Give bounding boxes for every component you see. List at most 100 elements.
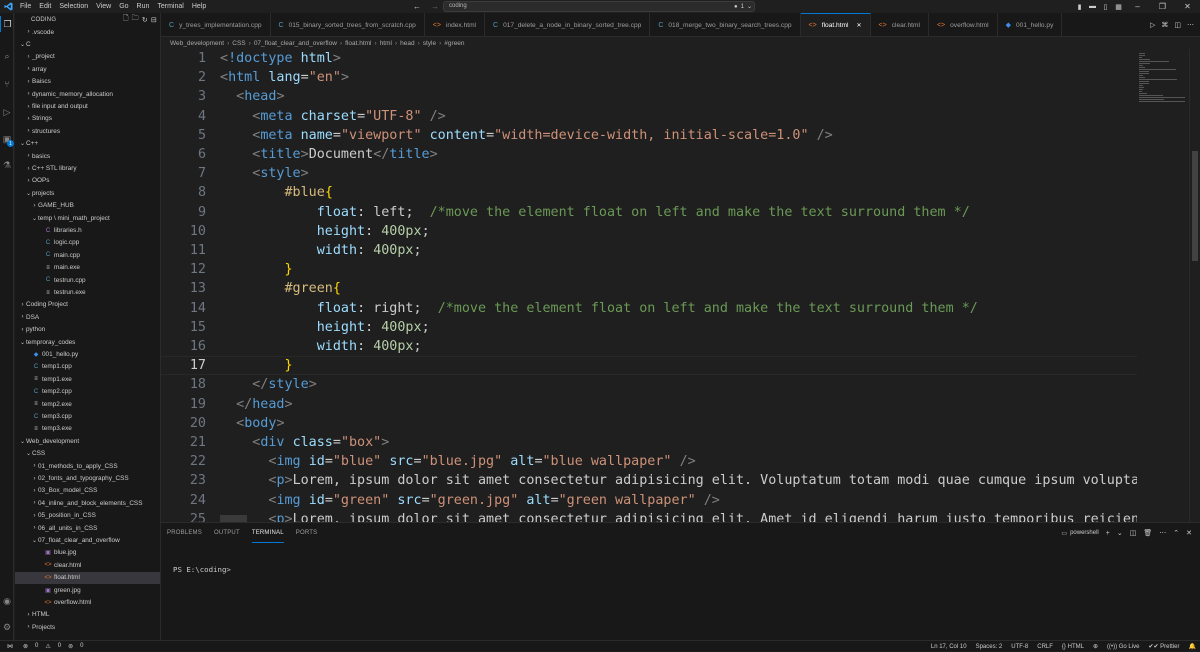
refresh-icon[interactable]: ↻ [142, 16, 148, 24]
tree-file[interactable]: ▣ blue.jpg [15, 547, 160, 559]
tree-file[interactable]: Clibraries.h [15, 224, 160, 236]
arrow-right-icon[interactable]: → [431, 2, 439, 11]
tab-output[interactable]: OUTPUT [214, 523, 240, 543]
minimize-icon[interactable]: – [1125, 2, 1150, 11]
tree-folder[interactable]: › Projects [15, 621, 160, 633]
editor-tab[interactable]: C 015_binary_sorted_trees_from_scratch.cp… [270, 13, 425, 36]
errors-count[interactable]: 0 [35, 643, 38, 649]
code-line[interactable]: 14 float: right; /*move the element floa… [161, 299, 1137, 318]
remote-indicator-icon[interactable]: ⋈ [4, 641, 16, 651]
code-line[interactable]: 21 <div class="box"> [161, 433, 1137, 452]
tree-folder[interactable]: ⌄ temp \ mini_math_project [15, 212, 160, 224]
editor-tab[interactable]: ◆ 001_hello.py [997, 13, 1063, 36]
customize-layout-icon[interactable]: ▦ [1112, 3, 1125, 11]
tab-terminal[interactable]: TERMINAL [251, 523, 284, 543]
breadcrumb-item[interactable]: 07_float_clear_and_overflow [254, 40, 337, 47]
copilot-indicator[interactable]: ● 1 ⌄ [734, 0, 752, 13]
open-preview-icon[interactable]: ⌘ [1161, 21, 1168, 29]
close-icon[interactable]: ✕ [1175, 2, 1200, 11]
tree-file[interactable]: Ctemp2.cpp [15, 386, 160, 398]
tree-file[interactable]: Cmain.cpp [15, 249, 160, 261]
menu-selection[interactable]: Selection [55, 0, 92, 13]
tree-folder[interactable]: ⌄ CSS [15, 448, 160, 460]
breadcrumb-item[interactable]: html [380, 40, 392, 47]
tree-folder[interactable]: › 05_position_in_CSS [15, 510, 160, 522]
editor-tab[interactable]: <> index.html [424, 13, 486, 36]
code-line[interactable]: 17 } [161, 356, 1137, 376]
code-line[interactable]: 10 height: 400px; [161, 222, 1137, 241]
trash-icon[interactable]: 🗑 [1143, 529, 1152, 537]
code-line[interactable]: 13 #green{ [161, 279, 1137, 298]
breadcrumb-item[interactable]: CSS [232, 40, 245, 47]
menu-run[interactable]: Run [133, 0, 154, 13]
menu-edit[interactable]: Edit [35, 0, 55, 13]
tree-folder[interactable]: › Strings [15, 113, 160, 125]
split-editor-icon[interactable]: ◫ [1174, 21, 1181, 29]
menu-view[interactable]: View [92, 0, 115, 13]
chevron-down-icon[interactable]: ⌄ [1117, 529, 1123, 537]
arrow-left-icon[interactable]: ← [413, 2, 421, 11]
new-file-icon[interactable]: 🗋 [123, 14, 129, 25]
code-editor[interactable]: 1 <!doctype html> 2 <html lang="en"> 3 <head… [161, 49, 1137, 522]
ports-count[interactable]: 0 [80, 643, 83, 649]
tree-folder[interactable]: › Baiscs [15, 76, 160, 88]
copilot-status-icon[interactable]: ⊕ [1093, 643, 1098, 650]
tree-folder[interactable]: ⌄ C++ [15, 138, 160, 150]
extensions-icon[interactable]: ▣ 1 [0, 131, 14, 147]
tree-file[interactable]: Ctestrun.cpp [15, 274, 160, 286]
scrollbar-thumb[interactable] [1192, 151, 1198, 261]
tree-folder[interactable]: ⌄ temproray_codes [15, 336, 160, 348]
tree-folder[interactable]: › 04_inline_and_block_elements_CSS [15, 497, 160, 509]
editor-tab[interactable]: Cy_trees_implementation.cpp [161, 13, 271, 36]
tree-folder[interactable]: › HTML [15, 609, 160, 621]
minimap[interactable] [1137, 49, 1189, 522]
code-line[interactable]: 11 width: 400px; [161, 241, 1137, 260]
tree-folder[interactable]: › OOPs [15, 175, 160, 187]
code-line[interactable]: 4 <meta charset="UTF-8" /> [161, 107, 1137, 126]
tree-file[interactable]: ≡ main.exe [15, 262, 160, 274]
tree-folder[interactable]: ⌄ 07_float_clear_and_overflow [15, 534, 160, 546]
tree-folder[interactable]: ⌄ Web_development [15, 435, 160, 447]
toggle-primary-sidebar-icon[interactable]: ▮ [1073, 3, 1086, 11]
source-control-icon[interactable]: ⑂ [0, 76, 14, 92]
editor-tab[interactable]: <> clear.html [870, 13, 929, 36]
tree-folder[interactable]: › _project [15, 51, 160, 63]
tree-folder[interactable]: › Coding Project [15, 299, 160, 311]
code-line[interactable]: 9 float: left; /*move the element float … [161, 203, 1137, 222]
toggle-panel-icon[interactable]: ▬ [1086, 3, 1099, 10]
tree-folder[interactable]: › GAME_HUB [15, 200, 160, 212]
tree-file[interactable]: <> overflow.html [15, 596, 160, 608]
tree-file[interactable]: Ctemp1.cpp [15, 361, 160, 373]
tree-file[interactable]: <> float.html [15, 571, 160, 584]
run-icon[interactable]: ▷ [1150, 21, 1155, 29]
terminal-prompt[interactable]: PS E:\coding> [173, 565, 231, 574]
tree-folder[interactable]: › basics [15, 150, 160, 162]
code-line[interactable]: 19 </head> [161, 395, 1137, 414]
breadcrumb-item[interactable]: float.html [345, 40, 371, 47]
warnings-count[interactable]: 0 [58, 643, 61, 649]
code-line[interactable]: 2 <html lang="en"> [161, 68, 1137, 87]
tree-file[interactable]: Ctemp3.cpp [15, 410, 160, 422]
code-line[interactable]: 15 height: 400px; [161, 318, 1137, 337]
command-center-search[interactable]: coding [443, 1, 755, 12]
tree-folder[interactable]: ⌄ C [15, 38, 160, 50]
breadcrumb-item[interactable]: head [400, 40, 414, 47]
tree-file[interactable]: ◆ 001_hello.py [15, 348, 160, 360]
code-line[interactable]: 24 <img id="green" src="green.jpg" alt="… [161, 491, 1137, 510]
horizontal-scrollbar-thumb[interactable] [220, 515, 247, 522]
tree-file[interactable]: ≡ temp2.exe [15, 398, 160, 410]
prettier-status[interactable]: ✔✔ Prettier [1148, 643, 1179, 650]
editor-tab[interactable]: C 018_merge_two_binary_search_trees.cpp [650, 13, 801, 36]
more-actions-icon[interactable]: ⋯ [1159, 529, 1166, 537]
indentation[interactable]: Spaces: 2 [976, 644, 1003, 650]
code-line[interactable]: 25 <p>Lorem, ipsum dolor sit amet consec… [161, 510, 1137, 522]
breadcrumb-item[interactable]: style [423, 40, 436, 47]
notifications-bell-icon[interactable]: 🔔 [1189, 643, 1196, 650]
tree-file[interactable]: ≡ temp1.exe [15, 373, 160, 385]
menu-terminal[interactable]: Terminal [153, 0, 187, 13]
close-panel-icon[interactable]: ✕ [1186, 529, 1192, 537]
code-line[interactable]: 16 width: 400px; [161, 337, 1137, 356]
tree-file[interactable]: <> clear.html [15, 559, 160, 571]
restore-icon[interactable]: ❐ [1150, 2, 1175, 11]
tree-folder[interactable]: › dynamic_memory_allocation [15, 88, 160, 100]
